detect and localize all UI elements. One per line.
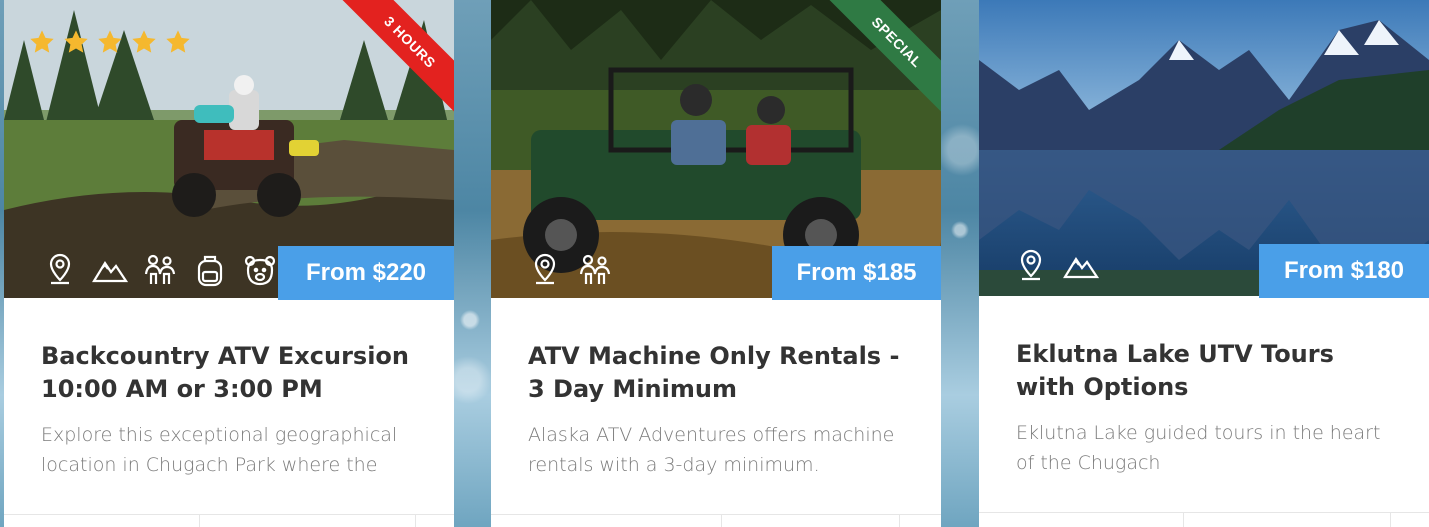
tour-card-backcountry-atv[interactable]: 3 HOURS From $220 Backcountry ATV Excurs… [4,0,454,527]
star-icon [64,30,88,53]
amenity-icons [42,252,278,288]
tour-card-atv-rentals[interactable]: SPECIAL From $185 ATV Machine Only Renta… [491,0,941,527]
amenity-icons [527,252,613,288]
ribbon-duration: 3 HOURS [329,0,454,125]
star-icon [132,30,156,53]
family-icon [144,254,176,284]
footer-divider [899,515,900,527]
footer-divider [721,515,722,527]
family-icon [579,254,611,284]
card-footer [979,512,1429,527]
tour-description: Alaska ATV Adventures offers machine ren… [528,424,895,476]
tour-title[interactable]: ATV Machine Only Rentals - 3 Day Minimum [528,340,911,406]
bear-icon [244,255,276,286]
card-footer [4,514,454,527]
ribbon-label: SPECIAL [820,0,941,119]
tour-title[interactable]: Backcountry ATV Excursion 10:00 AM or 3:… [41,340,424,406]
footer-divider [199,515,200,527]
tour-description: Eklutna Lake guided tours in the heart o… [1016,422,1381,474]
star-icon [98,30,122,53]
footer-divider [1390,513,1391,527]
tour-description: Explore this exceptional geographical lo… [41,424,398,476]
tour-title[interactable]: Eklutna Lake UTV Tours with Options [1016,338,1399,404]
backpack-icon [197,255,223,287]
price-badge[interactable]: From $180 [1259,244,1429,298]
star-rating [28,28,192,56]
star-icon [166,30,190,53]
ribbon-special: SPECIAL [816,0,941,125]
ribbon-label: 3 HOURS [333,0,454,119]
map-pin-icon [534,253,556,285]
price-badge[interactable]: From $220 [278,246,454,300]
footer-divider [415,515,416,527]
amenity-icons [1013,248,1099,284]
footer-divider [1183,513,1184,527]
map-pin-icon [49,253,71,285]
mountain-icon [1063,256,1099,279]
tour-card-eklutna-lake[interactable]: From $180 Eklutna Lake UTV Tours with Op… [979,0,1429,527]
star-icon [30,30,54,53]
map-pin-icon [1020,249,1042,281]
card-footer [491,514,941,527]
mountain-icon [92,260,128,283]
price-badge[interactable]: From $185 [772,246,941,300]
